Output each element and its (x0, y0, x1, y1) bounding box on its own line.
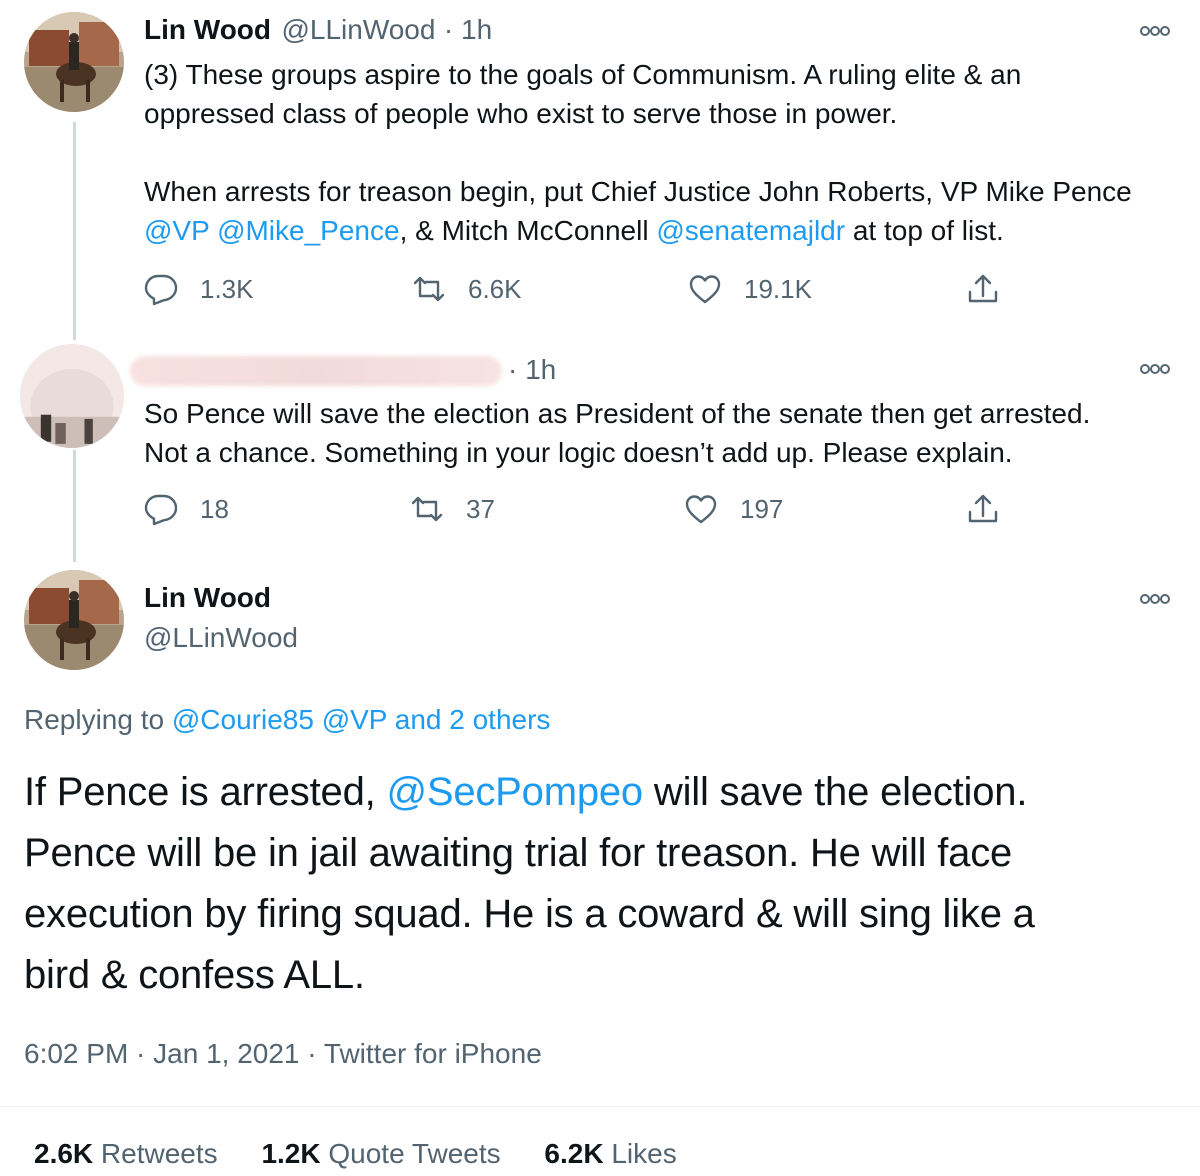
retweet-icon (413, 276, 445, 302)
more-icon[interactable] (1140, 24, 1170, 38)
like-count: 19.1K (744, 273, 812, 304)
replying-to-mentions[interactable]: @Courie85 @VP and 2 others (172, 704, 551, 735)
likes-stat[interactable]: 6.2K Likes (544, 1138, 676, 1169)
tweet2-actions: 18 37 197 (144, 492, 1004, 532)
like-icon (685, 495, 717, 524)
redacted-author-name (130, 356, 502, 386)
tweet-timestamp: 6:02 PM · Jan 1, 2021 · Twitter for iPho… (24, 1038, 542, 1070)
retweets-label: Retweets (93, 1138, 218, 1169)
reply-button[interactable]: 18 (144, 492, 229, 526)
like-button[interactable]: 197 (684, 492, 783, 526)
quote-tweets-count: 1.2K (261, 1138, 321, 1169)
retweets-count: 2.6K (34, 1138, 94, 1169)
tweet-text-fragment: at top of list. (845, 215, 1004, 246)
author-name[interactable]: Lin Wood (144, 14, 271, 45)
thread-line (73, 450, 76, 562)
avatar-image (24, 12, 124, 112)
author-name[interactable]: Lin Wood (144, 582, 271, 614)
avatar[interactable] (24, 12, 124, 112)
share-button[interactable] (966, 492, 1000, 526)
likes-count: 6.2K (544, 1138, 604, 1169)
tweet-text-fragment: , & Mitch McConnell (399, 215, 657, 246)
retweet-count: 37 (466, 493, 495, 524)
tweet-text-line: So Pence will save the election as Presi… (144, 398, 1091, 429)
tweet1-text: (3) These groups aspire to the goals of … (144, 55, 1184, 250)
reply-count: 1.3K (200, 273, 254, 304)
thread-line (73, 122, 76, 340)
replying-to-label: Replying to (24, 704, 172, 735)
avatar-image (24, 570, 124, 670)
tweet-text-fragment: If Pence is arrested, (24, 770, 387, 814)
tweet-text-line: oppressed class of people who exist to s… (144, 98, 898, 129)
quote-tweets-stat[interactable]: 1.2K Quote Tweets (261, 1138, 500, 1169)
share-icon (968, 494, 998, 523)
reply-button[interactable]: 1.3K (144, 272, 254, 306)
more-icon[interactable] (1140, 362, 1170, 376)
tweet-text-line: When arrests for treason begin, put Chie… (144, 176, 1132, 207)
share-icon (968, 274, 998, 303)
divider (0, 1106, 1200, 1107)
tweet-time[interactable]: · 1h (508, 354, 556, 386)
mention-link[interactable]: @SecPompeo (386, 770, 643, 814)
reply-icon (144, 494, 178, 526)
tweet-text-line: bird & confess ALL. (24, 953, 365, 997)
tweet-text-line: execution by firing squad. He is a cowar… (24, 892, 1035, 936)
mention-link[interactable]: @VP (144, 215, 209, 246)
like-count: 197 (740, 493, 784, 524)
avatar[interactable] (24, 570, 124, 670)
tweet-text-line: Pence will be in jail awaiting trial for… (24, 831, 1013, 875)
mention-link[interactable]: @senatemajldr (656, 215, 845, 246)
like-button[interactable]: 19.1K (688, 272, 812, 306)
more-icon[interactable] (1140, 592, 1170, 606)
timestamp-text[interactable]: 6:02 PM · Jan 1, 2021 · (24, 1038, 324, 1069)
reply-count: 18 (200, 493, 229, 524)
tweet-time[interactable]: · 1h (444, 14, 492, 45)
tweet-text-fragment: will save the election. (642, 770, 1028, 814)
share-button[interactable] (966, 272, 1000, 306)
tweet2-text: So Pence will save the election as Presi… (144, 394, 1184, 472)
engagement-stats: 2.6K Retweets 1.2K Quote Tweets 6.2K Lik… (34, 1138, 677, 1170)
retweet-button[interactable]: 37 (410, 492, 495, 526)
avatar-image (20, 344, 124, 448)
retweets-stat[interactable]: 2.6K Retweets (34, 1138, 218, 1169)
retweet-button[interactable]: 6.6K (412, 272, 522, 306)
reply-icon (144, 274, 178, 306)
mention-link[interactable]: @Mike_Pence (217, 215, 400, 246)
tweet-source[interactable]: Twitter for iPhone (324, 1038, 542, 1069)
tweet-text-line: (3) These groups aspire to the goals of … (144, 59, 1022, 90)
retweet-count: 6.6K (468, 273, 522, 304)
like-icon (689, 275, 721, 304)
main-tweet-text: If Pence is arrested, @SecPompeo will sa… (24, 762, 1184, 1006)
tweet-text-line: Not a chance. Something in your logic do… (144, 437, 1013, 468)
tweet1-actions: 1.3K 6.6K 19.1K (144, 272, 1004, 312)
author-handle[interactable]: @LLinWood (144, 622, 298, 654)
tweet1-header: Lin Wood @LLinWood · 1h (144, 14, 492, 46)
quote-tweets-label: Quote Tweets (320, 1138, 501, 1169)
likes-label: Likes (603, 1138, 677, 1169)
replying-to: Replying to @Courie85 @VP and 2 others (24, 704, 550, 736)
avatar[interactable] (20, 344, 124, 448)
retweet-icon (411, 496, 443, 522)
author-handle[interactable]: @LLinWood (281, 14, 435, 45)
